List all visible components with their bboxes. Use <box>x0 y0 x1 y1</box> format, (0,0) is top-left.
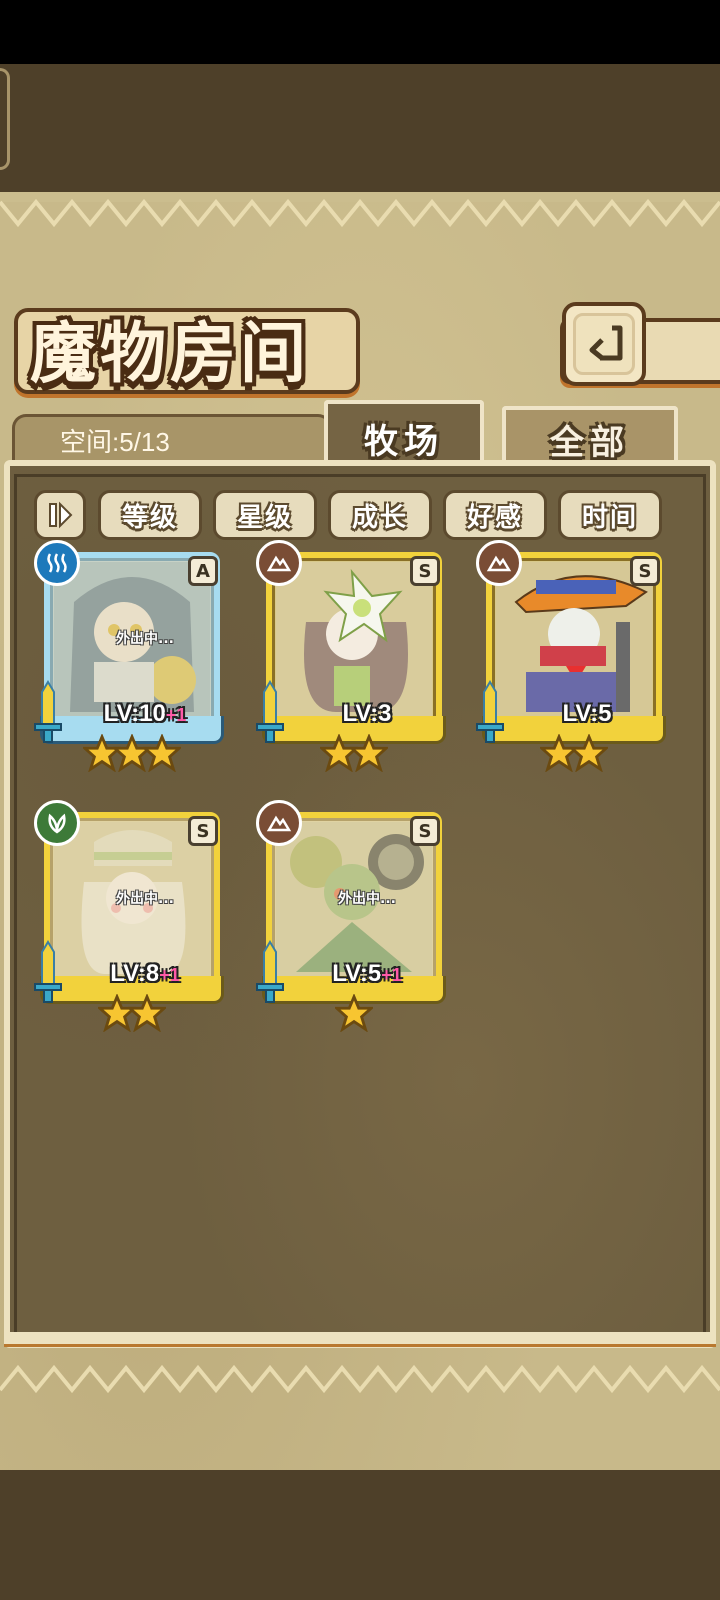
star-icon <box>350 734 388 772</box>
top-map-strip <box>0 64 720 192</box>
rank-badge: S <box>410 816 440 846</box>
sort-growth-button[interactable]: 成长 <box>328 490 432 540</box>
level-label: LV:5 <box>562 700 612 727</box>
star-icon <box>570 734 608 772</box>
sort-stars-button[interactable]: 星级 <box>213 490 317 540</box>
star-icon <box>128 994 166 1032</box>
earth-element-icon <box>256 800 302 846</box>
rank-badge: S <box>410 556 440 586</box>
level-label: LV:8+1 <box>110 960 180 987</box>
sort-order-icon <box>49 501 73 529</box>
rank-badge: A <box>188 556 218 586</box>
sort-order-button[interactable] <box>34 490 86 540</box>
water-element-icon <box>34 540 80 586</box>
back-arrow-icon <box>589 325 623 361</box>
zigzag-border-bottom <box>0 1364 720 1394</box>
star-rating <box>262 994 446 1034</box>
star-rating <box>482 734 666 774</box>
left-edge-tab <box>0 68 10 170</box>
star-rating <box>40 994 224 1034</box>
star-icon <box>335 994 373 1032</box>
earth-element-icon <box>476 540 522 586</box>
level-label: LV:10+1 <box>103 700 187 727</box>
status-label: 外出中... <box>338 891 396 907</box>
level-label: LV:3 <box>342 700 392 727</box>
grass-element-icon <box>34 800 80 846</box>
zigzag-border-top <box>0 192 720 228</box>
monster-card[interactable]: S 外出中... LV:5+1 <box>256 800 446 1034</box>
panel-bottom-border <box>4 1332 716 1347</box>
earth-element-icon <box>256 540 302 586</box>
star-rating <box>262 734 446 774</box>
status-label: 外出中... <box>116 631 174 647</box>
back-button[interactable] <box>562 302 646 386</box>
sort-time-button[interactable]: 时间 <box>558 490 662 540</box>
page-title: 魔物房间 <box>30 314 310 392</box>
space-capacity-label: 空间:5/13 <box>60 427 170 457</box>
tab-all[interactable]: 全部 <box>502 406 678 468</box>
star-rating <box>40 734 224 774</box>
status-label: 外出中... <box>116 891 174 907</box>
status-bar <box>0 0 720 64</box>
level-label: LV:5+1 <box>332 960 402 987</box>
sort-level-button[interactable]: 等级 <box>98 490 202 540</box>
sort-affection-button[interactable]: 好感 <box>443 490 547 540</box>
rank-badge: S <box>188 816 218 846</box>
rank-badge: S <box>630 556 660 586</box>
star-icon <box>143 734 181 772</box>
monster-card[interactable]: A 外出中... LV:10+1 <box>34 540 224 774</box>
bottom-map-strip <box>0 1470 720 1600</box>
monster-card[interactable]: S LV:5 <box>476 540 666 774</box>
monster-card[interactable]: S 外出中... LV:8+1 <box>34 800 224 1034</box>
monster-card[interactable]: S LV:3 <box>256 540 446 774</box>
